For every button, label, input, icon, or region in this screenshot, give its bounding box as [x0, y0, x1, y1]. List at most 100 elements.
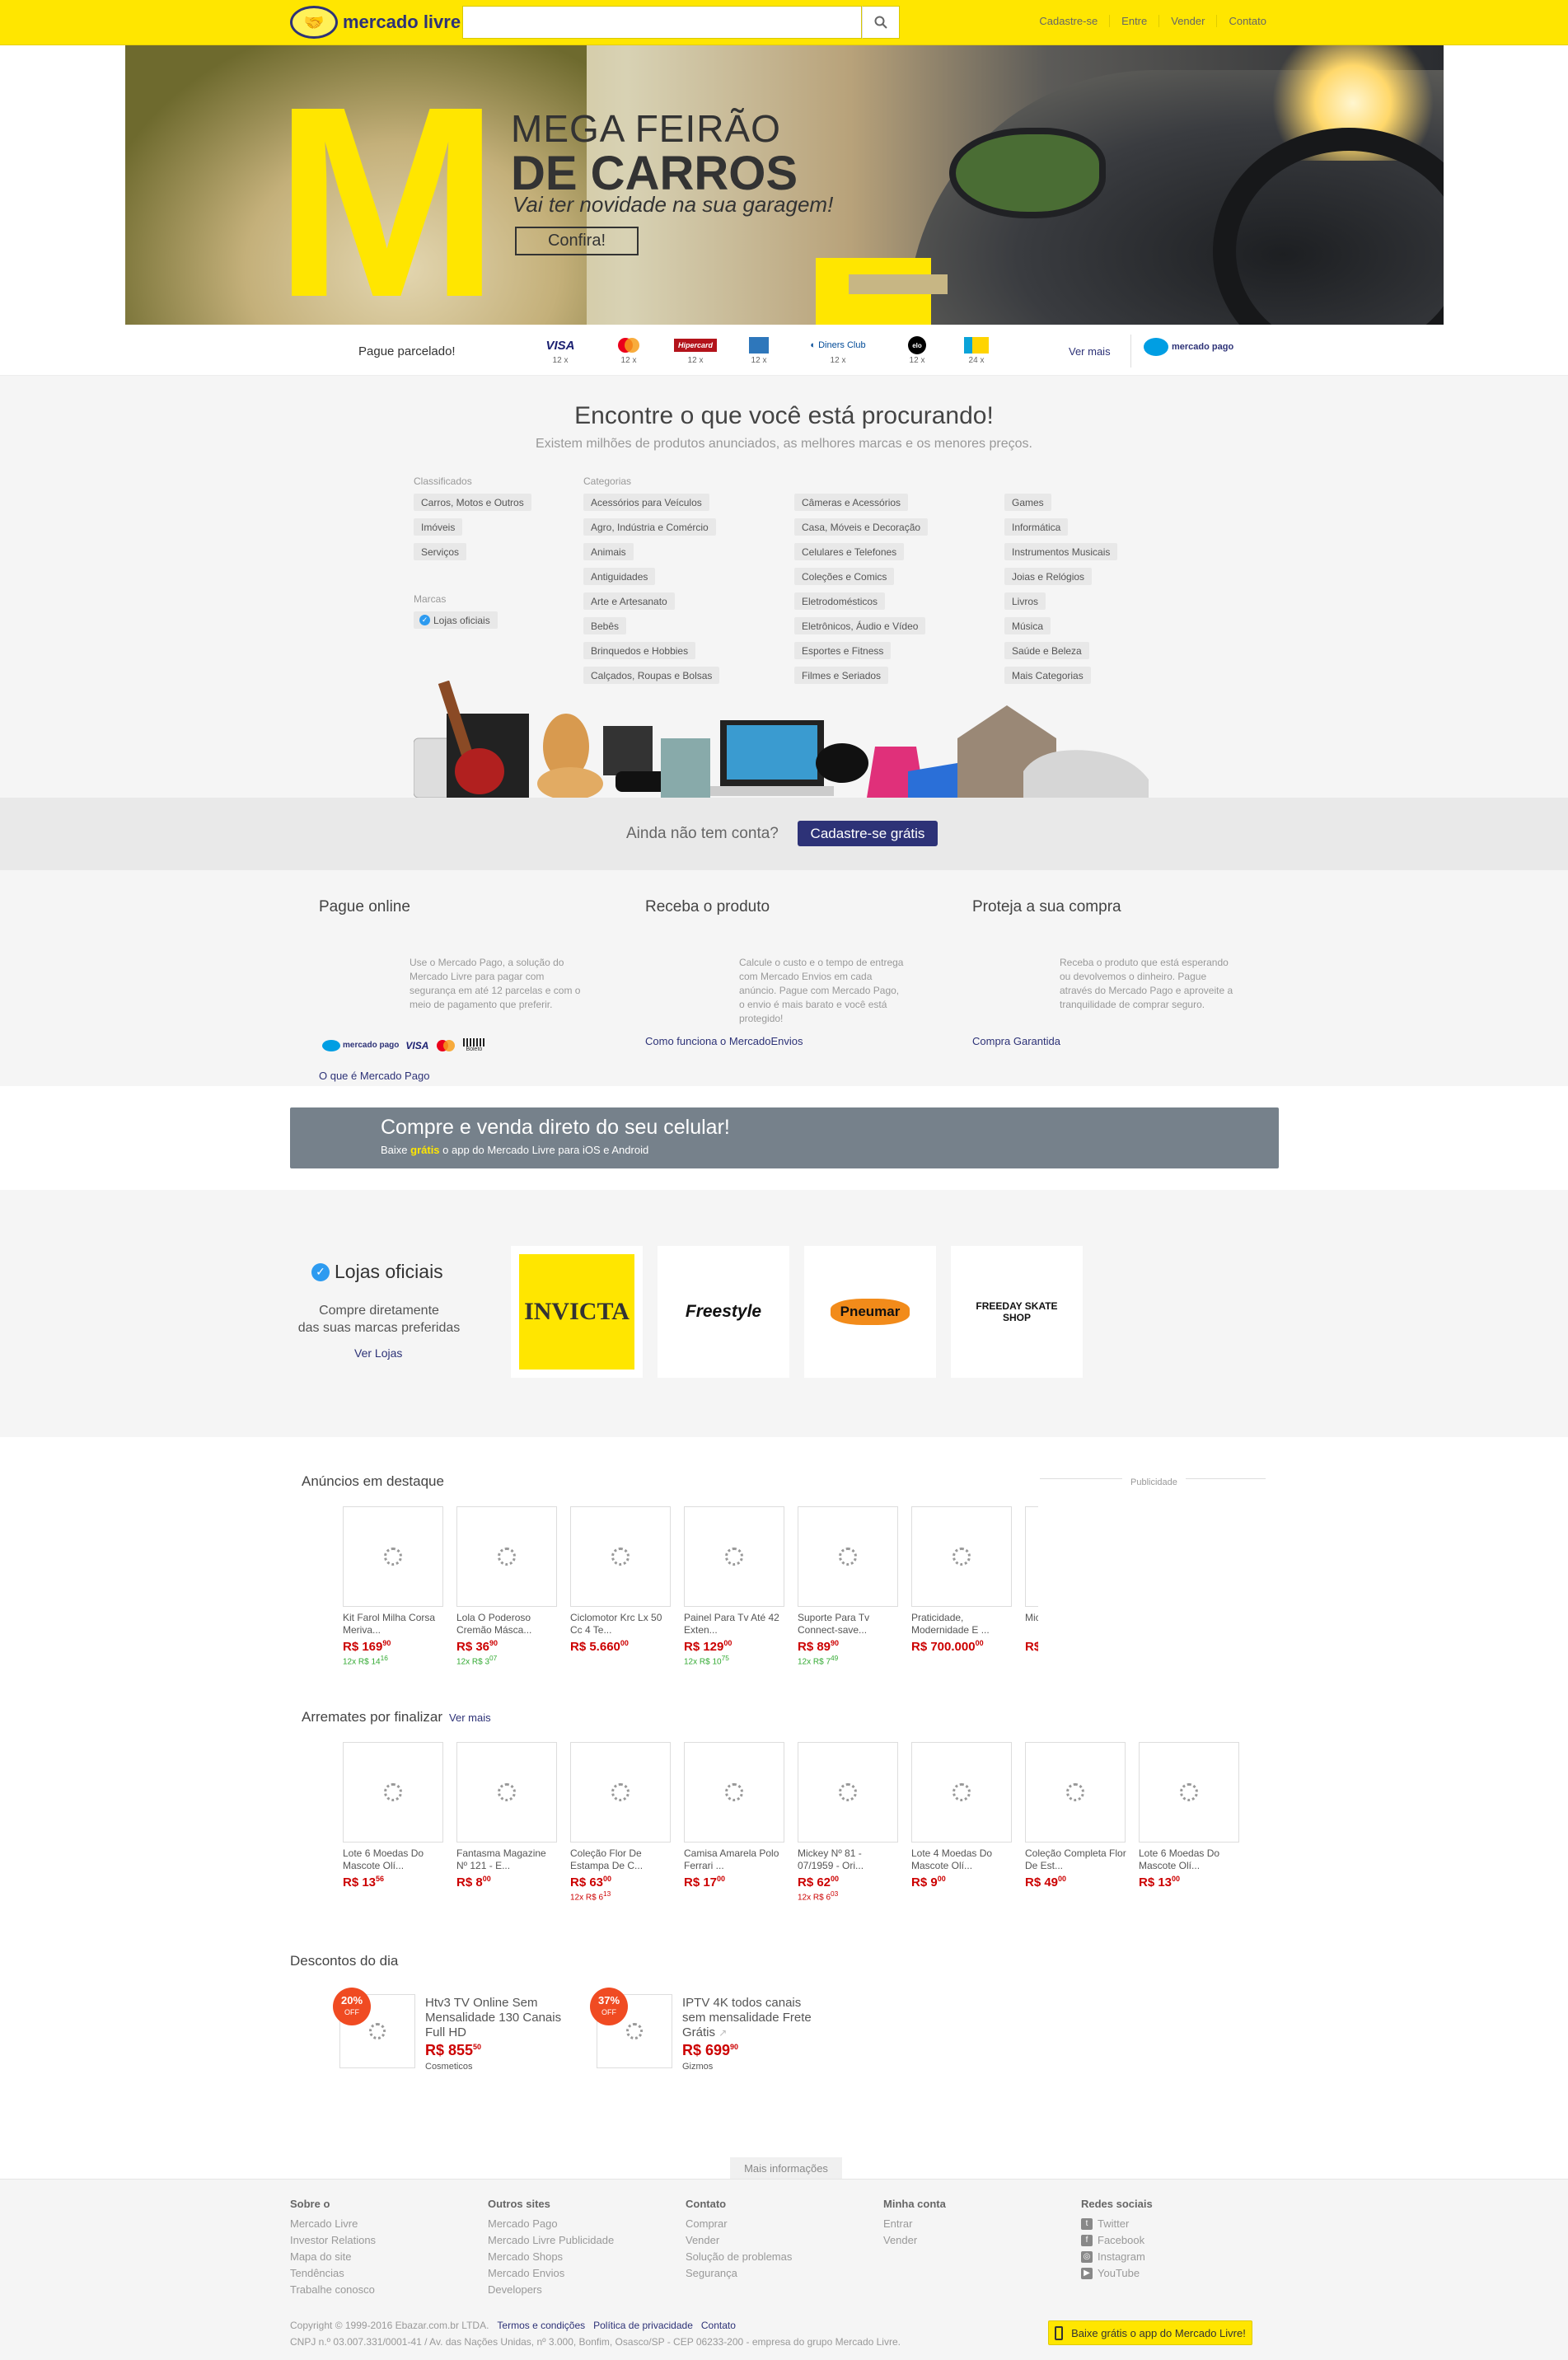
- product-name[interactable]: Lote 4 Moedas Do Mascote Olí...: [911, 1847, 1013, 1872]
- category-tag[interactable]: Informática: [1004, 518, 1069, 536]
- footer-link[interactable]: Solução de problemas: [686, 2249, 792, 2265]
- product-name[interactable]: Coleção Completa Flor De Est...: [1025, 1847, 1127, 1872]
- footer-link[interactable]: ◎ Instagram: [1081, 2249, 1153, 2265]
- nav-login[interactable]: Entre: [1109, 15, 1158, 27]
- category-tag[interactable]: Livros: [1004, 592, 1046, 610]
- tag-classificado[interactable]: Serviços: [414, 543, 467, 560]
- app-download-button[interactable]: Baixe grátis o app do Mercado Livre!: [1048, 2320, 1252, 2345]
- product-image[interactable]: [911, 1506, 1012, 1607]
- category-tag[interactable]: Esportes e Fitness: [794, 642, 892, 659]
- product-card[interactable]: Lote 6 Moedas Do Mascote Olí... R$ 1356: [343, 1742, 445, 1889]
- nav-sell[interactable]: Vender: [1158, 15, 1216, 27]
- category-tag[interactable]: Filmes e Seriados: [794, 667, 889, 684]
- category-tag[interactable]: Casa, Móveis e Decoração: [794, 518, 929, 536]
- search-button[interactable]: [862, 6, 900, 39]
- category-tag[interactable]: Eletrônicos, Áudio e Vídeo: [794, 617, 926, 634]
- category-tag[interactable]: Câmeras e Acessórios: [794, 494, 909, 511]
- discount-item[interactable]: 20% OFF Htv3 TV Online Sem Mensalidade 13…: [333, 1988, 597, 2078]
- footer-link[interactable]: Segurança: [686, 2265, 792, 2282]
- product-name[interactable]: Suporte Para Tv Connect-save...: [798, 1612, 900, 1637]
- product-card[interactable]: Coleção Completa Flor De Est... R$ 4900: [1025, 1742, 1127, 1889]
- product-name[interactable]: Mickey Nº 81 - 07/1959 - Ori...: [798, 1847, 900, 1872]
- product-name[interactable]: Camisa Amarela Polo Ferrari ...: [684, 1847, 786, 1872]
- store-pneumar[interactable]: Pneumar: [804, 1246, 936, 1378]
- product-image[interactable]: [343, 1742, 443, 1843]
- footer-link[interactable]: ▶ YouTube: [1081, 2265, 1153, 2282]
- tag-lojas-oficiais[interactable]: ✓ Lojas oficiais: [414, 611, 498, 629]
- product-image[interactable]: [684, 1742, 784, 1843]
- category-tag[interactable]: Instrumentos Musicais: [1004, 543, 1118, 560]
- signup-button[interactable]: Cadastre-se grátis: [798, 821, 938, 846]
- footer-link[interactable]: Comprar: [686, 2216, 792, 2232]
- nav-signup[interactable]: Cadastre-se: [1027, 15, 1109, 27]
- footer-link[interactable]: f Facebook: [1081, 2232, 1153, 2249]
- category-tag[interactable]: Calçados, Roupas e Bolsas: [583, 667, 720, 684]
- footer-link[interactable]: Investor Relations: [290, 2232, 376, 2249]
- category-tag[interactable]: Música: [1004, 617, 1051, 634]
- footer-link[interactable]: Mercado Livre: [290, 2216, 376, 2232]
- product-card[interactable]: Kit Farol Milha Corsa Meriva... R$ 16990 1…: [343, 1506, 445, 1666]
- footer-link[interactable]: Vender: [686, 2232, 792, 2249]
- contact-link[interactable]: Contato: [701, 2320, 736, 2331]
- product-card[interactable]: Lote 4 Moedas Do Mascote Olí... R$ 900: [911, 1742, 1013, 1889]
- product-image[interactable]: [456, 1742, 557, 1843]
- auctions-more-link[interactable]: Ver mais: [449, 1711, 491, 1724]
- store-invicta[interactable]: INVICTA: [511, 1246, 643, 1378]
- banner-cta-button[interactable]: Confira!: [515, 227, 639, 255]
- discount-name[interactable]: IPTV 4K todos canais sem mensalidade Fre…: [682, 1996, 822, 2040]
- product-image[interactable]: [798, 1506, 898, 1607]
- product-name[interactable]: Lote 6 Moedas Do Mascote Olí...: [1139, 1847, 1241, 1872]
- footer-link[interactable]: Mapa do site: [290, 2249, 376, 2265]
- footer-link[interactable]: Mercado Shops: [488, 2249, 614, 2265]
- footer-link[interactable]: Developers: [488, 2282, 614, 2298]
- tag-classificado[interactable]: Carros, Motos e Outros: [414, 494, 531, 511]
- category-tag[interactable]: Eletrodomésticos: [794, 592, 886, 610]
- category-tag[interactable]: Brinquedos e Hobbies: [583, 642, 696, 659]
- store-freeday[interactable]: FREEDAY SKATE SHOP: [951, 1246, 1083, 1378]
- product-card[interactable]: Suporte Para Tv Connect-save... R$ 8990 12…: [798, 1506, 900, 1666]
- privacy-link[interactable]: Política de privacidade: [593, 2320, 693, 2331]
- product-card[interactable]: Mic Us... R$: [1025, 1506, 1038, 1654]
- category-tag[interactable]: Mais Categorias: [1004, 667, 1091, 684]
- app-banner[interactable]: Compre e venda direto do seu celular! Ba…: [290, 1107, 1279, 1168]
- footer-link[interactable]: Vender: [883, 2232, 946, 2249]
- product-card[interactable]: Painel Para Tv Até 42 Exten... R$ 12900 12…: [684, 1506, 786, 1666]
- footer-link[interactable]: t Twitter: [1081, 2216, 1153, 2232]
- nav-contact[interactable]: Contato: [1216, 15, 1278, 27]
- product-image[interactable]: [798, 1742, 898, 1843]
- product-name[interactable]: Coleção Flor De Estampa De C...: [570, 1847, 672, 1872]
- feature-link[interactable]: Compra Garantida: [972, 1035, 1060, 1047]
- footer-link[interactable]: Entrar: [883, 2216, 946, 2232]
- category-tag[interactable]: Agro, Indústria e Comércio: [583, 518, 716, 536]
- category-tag[interactable]: Coleções e Comics: [794, 568, 895, 585]
- product-image[interactable]: [570, 1742, 671, 1843]
- product-image[interactable]: [570, 1506, 671, 1607]
- footer-link[interactable]: Trabalhe conosco: [290, 2282, 376, 2298]
- terms-link[interactable]: Termos e condições: [497, 2320, 585, 2331]
- product-card[interactable]: Fantasma Magazine Nº 121 - E... R$ 800: [456, 1742, 559, 1889]
- store-freestyle[interactable]: Freestyle: [658, 1246, 789, 1378]
- product-image[interactable]: [684, 1506, 784, 1607]
- product-card[interactable]: Praticidade, Modernidade E ... R$ 700.000…: [911, 1506, 1013, 1654]
- feature-link[interactable]: O que é Mercado Pago: [319, 1070, 429, 1082]
- feature-link[interactable]: Como funciona o MercadoEnvios: [645, 1035, 803, 1047]
- mercado-livre-logo[interactable]: 🤝 mercado livre: [290, 6, 461, 39]
- product-card[interactable]: Lote 6 Moedas Do Mascote Olí... R$ 1300: [1139, 1742, 1241, 1889]
- payment-more-link[interactable]: Ver mais: [1069, 345, 1111, 358]
- product-card[interactable]: Ciclomotor Krc Lx 50 Cc 4 Te... R$ 5.6600…: [570, 1506, 672, 1654]
- product-name[interactable]: Painel Para Tv Até 42 Exten...: [684, 1612, 786, 1637]
- product-name[interactable]: Lola O Poderoso Cremão Másca...: [456, 1612, 559, 1637]
- product-card[interactable]: Mickey Nº 81 - 07/1959 - Ori... R$ 6200 12…: [798, 1742, 900, 1902]
- product-image[interactable]: [911, 1742, 1012, 1843]
- product-card[interactable]: Lola O Poderoso Cremão Másca... R$ 3690 12…: [456, 1506, 559, 1666]
- product-name[interactable]: Fantasma Magazine Nº 121 - E...: [456, 1847, 559, 1872]
- category-tag[interactable]: Arte e Artesanato: [583, 592, 675, 610]
- product-image[interactable]: [343, 1506, 443, 1607]
- category-tag[interactable]: Joias e Relógios: [1004, 568, 1093, 585]
- product-card[interactable]: Coleção Flor De Estampa De C... R$ 6300 12…: [570, 1742, 672, 1902]
- hero-banner[interactable]: M MEGA FEIRÃO DE CARROS Vai ter novidade…: [125, 45, 1444, 325]
- product-image[interactable]: [1025, 1742, 1126, 1843]
- discount-item[interactable]: 37% OFF IPTV 4K todos canais sem mensalid…: [590, 1988, 854, 2078]
- more-info-tab[interactable]: Mais informações: [730, 2157, 842, 2179]
- product-image[interactable]: [1139, 1742, 1239, 1843]
